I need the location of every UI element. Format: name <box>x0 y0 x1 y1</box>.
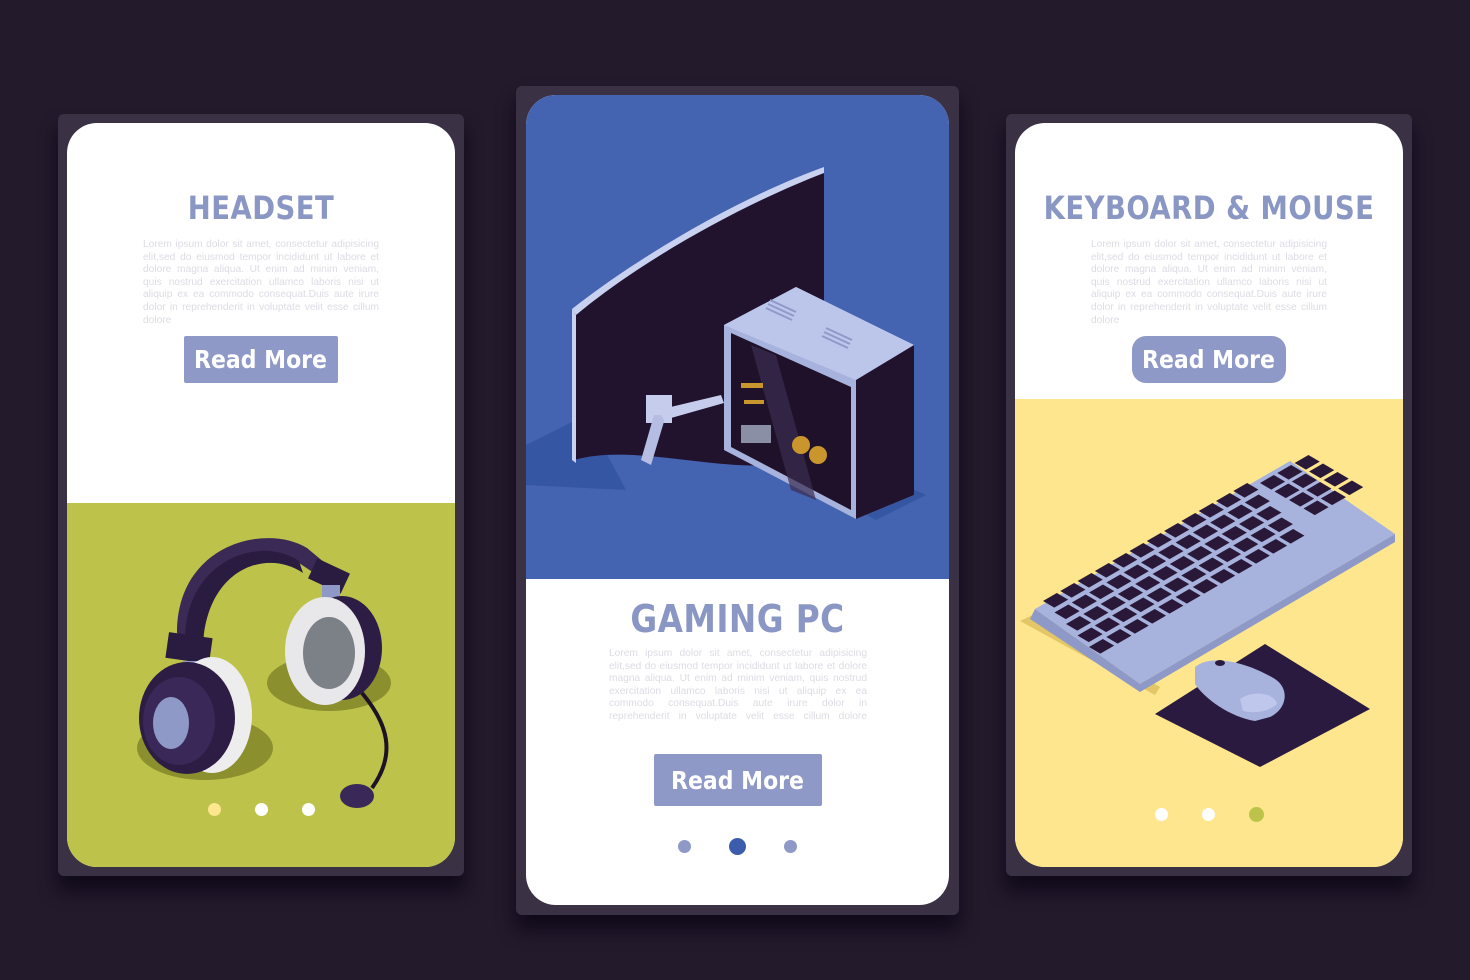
card-title: KEYBOARD & MOUSE <box>1043 189 1375 227</box>
gaming-pc-card: GAMING PC Lorem ipsum dolor sit amet, co… <box>526 95 949 905</box>
headset-illustration-panel <box>67 503 455 867</box>
key <box>1323 472 1349 487</box>
pagination-dot-3[interactable] <box>784 840 797 853</box>
pagination-dot-1[interactable] <box>678 840 691 853</box>
card-title: HEADSET <box>187 189 335 227</box>
read-more-label: Read More <box>1142 345 1276 374</box>
pagination-dot-2-active[interactable] <box>729 838 746 855</box>
pagination-dots <box>67 803 455 816</box>
read-more-label: Read More <box>194 345 328 374</box>
keyboard-mouse-icon <box>1020 455 1395 767</box>
pagination-dot-1-active[interactable] <box>207 803 221 816</box>
keyboard-mouse-illustration-panel <box>1015 399 1403 867</box>
key <box>1309 463 1335 479</box>
read-more-button[interactable]: Read More <box>1132 336 1286 383</box>
pagination-dot-2[interactable] <box>1201 808 1215 821</box>
keyboard-mouse-card: KEYBOARD & MOUSE Lorem ipsum dolor sit a… <box>1015 123 1403 867</box>
read-more-label: Read More <box>671 765 805 795</box>
card-description: Lorem ipsum dolor sit amet, consectetur … <box>1091 239 1327 326</box>
read-more-button[interactable]: Read More <box>654 754 822 806</box>
card-description: Lorem ipsum dolor sit amet, consectetur … <box>143 239 379 326</box>
card-description: Lorem ipsum dolor sit amet, consectetur … <box>609 648 867 722</box>
gaming-pc-icon <box>526 167 926 520</box>
pagination-dot-3-active[interactable] <box>1248 807 1264 822</box>
pagination-dots <box>526 838 949 855</box>
read-more-button[interactable]: Read More <box>184 336 338 383</box>
card-title: GAMING PC <box>630 597 845 641</box>
pagination-dot-2[interactable] <box>254 803 268 816</box>
pagination-dots <box>1015 807 1403 822</box>
pagination-dot-3[interactable] <box>301 803 315 816</box>
key <box>1338 480 1364 496</box>
headset-card: HEADSET Lorem ipsum dolor sit amet, cons… <box>67 123 455 867</box>
gaming-pc-illustration-panel <box>526 95 949 579</box>
pagination-dot-1[interactable] <box>1154 808 1168 821</box>
